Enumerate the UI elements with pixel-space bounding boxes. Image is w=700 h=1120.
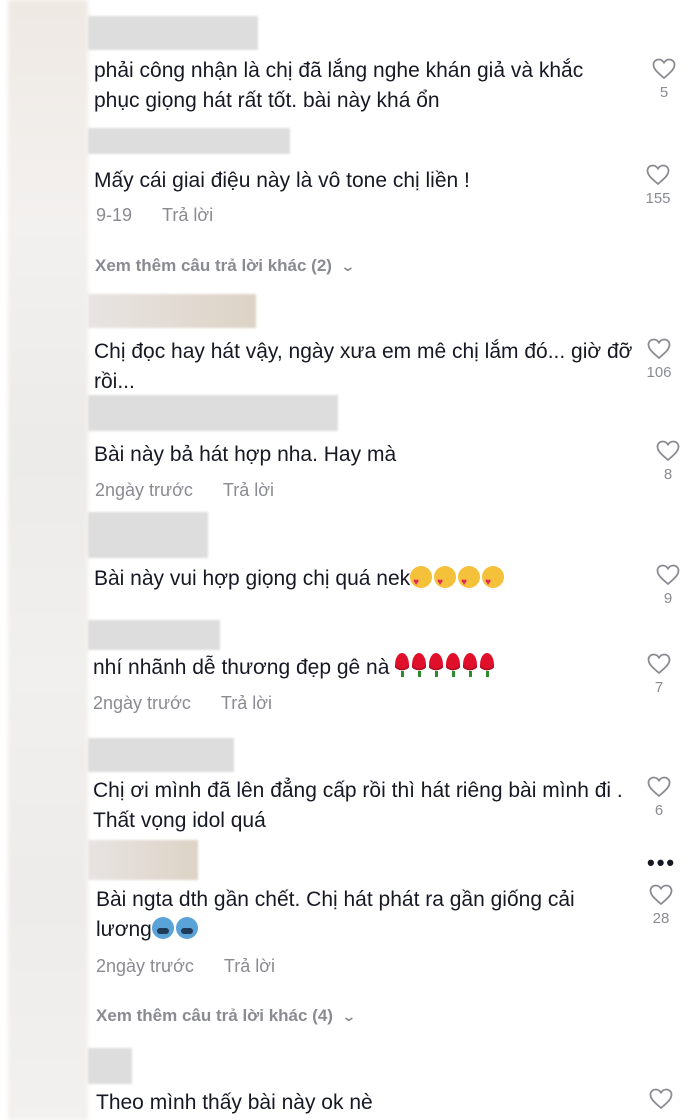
more-options-icon[interactable]: ••• [647,850,676,876]
chevron-down-icon: ⌄ [340,258,356,274]
heart-icon [647,338,671,360]
rose-icon [412,653,427,677]
rose-icon [463,653,478,677]
reply-button[interactable]: Trả lời [224,956,275,976]
reply-button[interactable]: Trả lời [162,205,213,225]
heart-icon [647,776,671,798]
like-count: 28 [652,910,670,927]
like-button[interactable]: 106 [629,338,689,381]
username-blurred [88,840,198,880]
like-button[interactable]: 7 [629,653,689,696]
comment-text-body: Bài này vui hợp giọng chị quá nek [94,567,411,590]
comment-date: 2ngày trước [95,480,193,500]
like-button[interactable]: 5 [634,58,694,101]
username-blurred [88,1048,132,1084]
like-count: 106 [646,364,672,381]
heart-icon [649,1088,673,1110]
like-button[interactable]: 155 [628,164,688,207]
comment-meta: 2ngày trước Trả lời [96,956,275,977]
comment-meta: 2ngày trước Trả lời [95,480,274,501]
smiling-face-with-hearts-icon [482,566,505,598]
comment-text: nhí nhãnh dễ thương đẹp gê nà [93,653,633,683]
smiling-face-with-hearts-icon [410,566,433,598]
comment-text: phải công nhận là chị đã lắng nghe khán … [94,59,584,112]
reply-button[interactable]: Trả lời [223,480,274,500]
like-button[interactable] [631,1088,691,1110]
chevron-down-icon: ⌄ [341,1008,357,1024]
username-blurred [88,620,220,650]
comment-date: 2ngày trước [93,693,191,713]
like-count: 5 [659,84,669,101]
view-more-replies[interactable]: Xem thêm câu trả lời khác (2) ⌄ [95,256,356,276]
like-count: 9 [663,590,673,607]
cold-face-icon [175,917,198,939]
rose-icon [446,653,461,677]
like-button[interactable]: 6 [629,776,689,819]
username-blurred [88,512,208,558]
username-blurred [88,294,256,328]
comment-text: Mấy cái giai điệu này là vô tone chị liề… [94,169,470,192]
like-button[interactable]: 28 [631,884,691,927]
view-more-replies[interactable]: Xem thêm câu trả lời khác (4) ⌄ [96,1006,357,1026]
like-button[interactable]: 8 [638,440,698,483]
heart-icon [656,440,680,462]
heart-icon [649,884,673,906]
heart-icon [656,564,680,586]
comment-meta: 9-19 Trả lời [96,205,213,226]
comment-text: Theo mình thấy bài này ok nè [96,1091,373,1114]
comment-text: Bài ngta dth gần chết. Chị hát phát ra g… [96,885,621,945]
comment-text: Chị đọc hay hát vậy, ngày xưa em mê chị … [94,340,633,393]
cold-face-icon [151,917,174,939]
view-more-label: Xem thêm câu trả lời khác (2) [95,256,332,275]
username-blurred [88,16,258,50]
comment-text-body: nhí nhãnh dễ thương đẹp gê nà [93,656,390,679]
username-blurred [88,738,234,772]
like-count: 6 [654,802,664,819]
rose-icon [429,653,444,677]
avatar-column-blurred [8,0,88,1120]
reply-button[interactable]: Trả lời [221,693,272,713]
heart-icon [647,653,671,675]
like-count: 7 [654,679,664,696]
comment-text: Bài này bả hát hợp nha. Hay mà [94,443,397,466]
username-blurred [88,128,290,154]
comment-meta: 2ngày trước Trả lời [93,693,272,714]
like-count: 155 [645,190,671,207]
comment-text: Bài này vui hợp giọng chị quá nek [94,564,634,598]
like-button[interactable]: 9 [638,564,698,607]
smiling-face-with-hearts-icon [434,566,457,598]
comment-date: 9-19 [96,205,133,225]
username-blurred [88,395,338,431]
heart-icon [652,58,676,80]
smiling-face-with-hearts-icon [458,566,481,598]
view-more-label: Xem thêm câu trả lời khác (4) [96,1006,333,1025]
rose-icon [480,653,495,677]
heart-icon [646,164,670,186]
like-count: 8 [663,466,673,483]
comment-date: 2ngày trước [96,956,194,976]
comment-text: Chị ơi mình đã lên đẳng cấp rồi thì hát … [93,779,623,832]
rose-icon [395,653,410,677]
